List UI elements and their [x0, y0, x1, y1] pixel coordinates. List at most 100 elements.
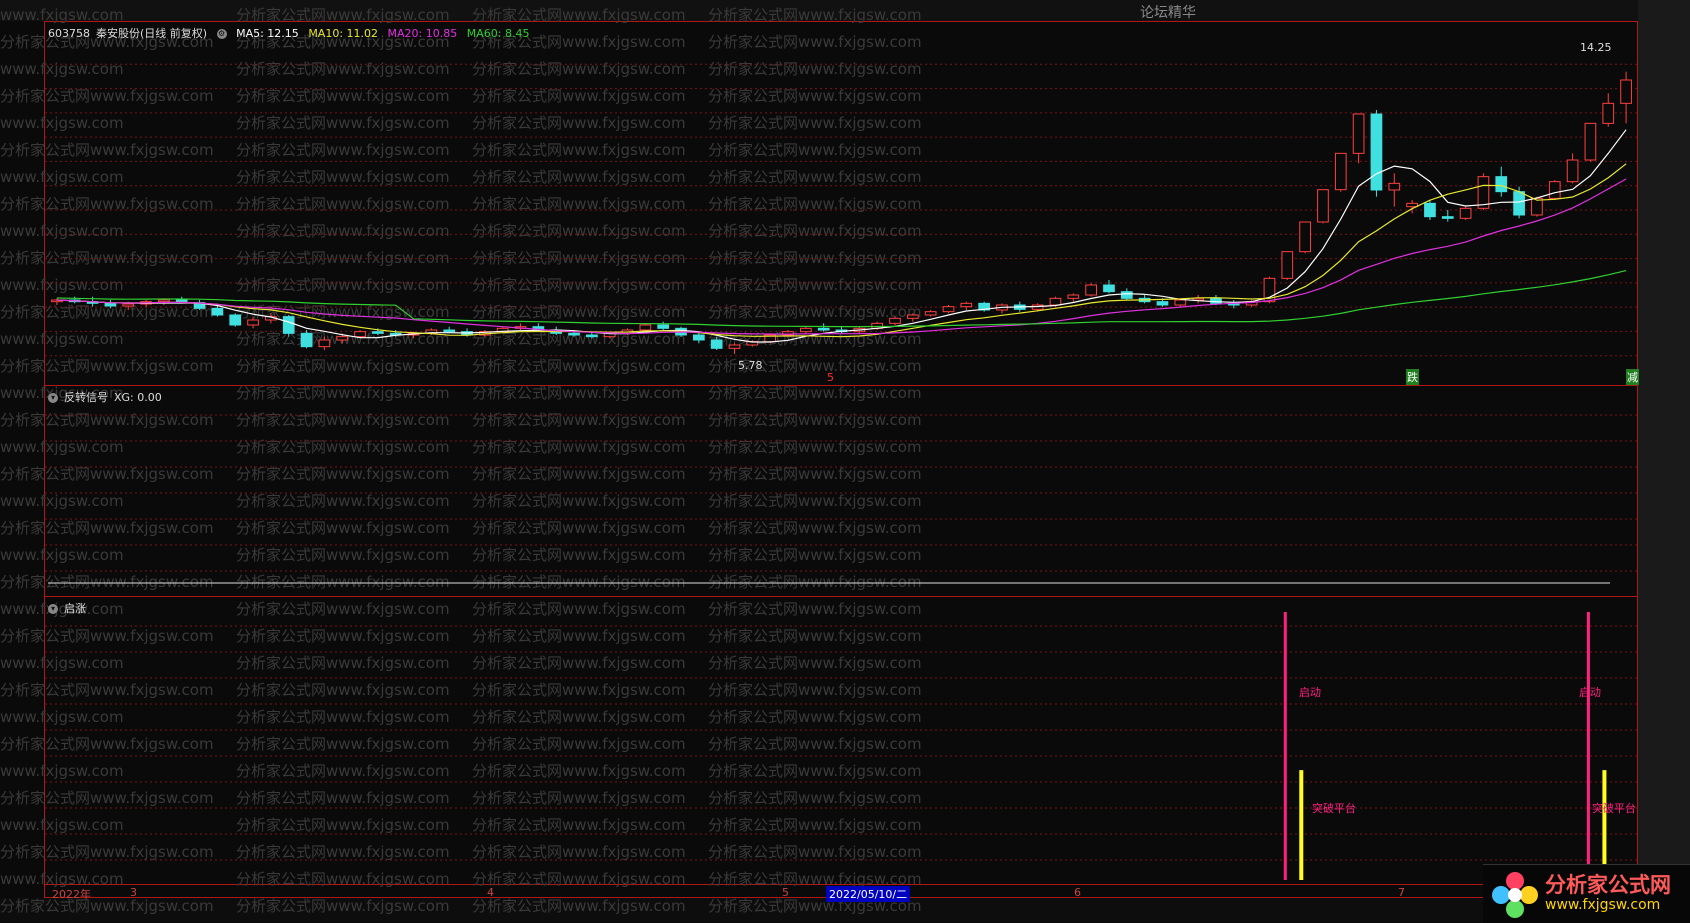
panel2-title: 反转信号	[64, 391, 108, 404]
watermark-text: www.fxjgsw.com	[0, 60, 124, 78]
watermark-text: 分析家公式网www.fxjgsw.com	[236, 897, 450, 915]
candle-body	[1156, 301, 1169, 306]
watermark-text: 分析家公式网www.fxjgsw.com	[0, 141, 214, 159]
settings-icon[interactable]: ⚙	[216, 29, 227, 39]
watermark-text: 分析家公式网www.fxjgsw.com	[236, 168, 450, 186]
candle-body	[300, 332, 313, 348]
candle-body	[692, 334, 705, 341]
candle-body	[924, 311, 937, 316]
watermark-text: 分析家公式网www.fxjgsw.com	[472, 546, 686, 564]
watermark-text: 分析家公式网www.fxjgsw.com	[472, 897, 686, 915]
watermark-text: 分析家公式网www.fxjgsw.com	[236, 384, 450, 402]
watermark-text: 分析家公式网www.fxjgsw.com	[236, 249, 450, 267]
marker-die: 跌	[1406, 369, 1419, 385]
candle-body	[1085, 284, 1097, 296]
watermark-text: 分析家公式网www.fxjgsw.com	[708, 762, 922, 780]
candle-body	[1067, 294, 1080, 299]
watermark-text: 分析家公式网www.fxjgsw.com	[472, 438, 686, 456]
candle-body	[1548, 181, 1561, 199]
watermark-text: 分析家公式网www.fxjgsw.com	[236, 681, 450, 699]
watermark-text: 分析家公式网www.fxjgsw.com	[708, 168, 922, 186]
watermark-text: www.fxjgsw.com	[0, 492, 124, 510]
panel3-header: ▾ 启涨	[48, 600, 92, 616]
watermark-text: 分析家公式网www.fxjgsw.com	[472, 222, 686, 240]
collapse-panel3-icon[interactable]: ▾	[48, 604, 58, 614]
watermark-text: 分析家公式网www.fxjgsw.com	[236, 357, 450, 375]
candle-body	[1174, 299, 1187, 306]
watermark-text: www.fxjgsw.com	[0, 168, 124, 186]
candle-body	[1352, 113, 1365, 154]
ma20-value: MA20: 10.85	[387, 27, 458, 40]
watermark-text: 分析家公式网www.fxjgsw.com	[236, 519, 450, 537]
watermark-text: www.fxjgsw.com	[0, 330, 124, 348]
ma5-value: MA5: 12.15	[236, 27, 299, 40]
watermark-text: 分析家公式网www.fxjgsw.com	[472, 114, 686, 132]
watermark-text: 分析家公式网www.fxjgsw.com	[708, 789, 922, 807]
candle-body	[1477, 176, 1490, 209]
candle-body	[318, 339, 331, 348]
watermark-text: 分析家公式网www.fxjgsw.com	[472, 870, 686, 888]
flower-logo-icon	[1492, 872, 1538, 918]
signal2-break-label: 突破平台	[1592, 802, 1636, 815]
watermark-text: 分析家公式网www.fxjgsw.com	[708, 681, 922, 699]
watermark-text: 分析家公式网www.fxjgsw.com	[236, 195, 450, 213]
ma60-value: MA60: 8.45	[466, 27, 530, 40]
watermark-text: 分析家公式网www.fxjgsw.com	[0, 843, 214, 861]
watermark-text: 分析家公式网www.fxjgsw.com	[236, 438, 450, 456]
watermark-text: 分析家公式网www.fxjgsw.com	[708, 222, 922, 240]
candle-body	[1441, 216, 1454, 219]
watermark-text: 分析家公式网www.fxjgsw.com	[708, 654, 922, 672]
watermark-text: 分析家公式网www.fxjgsw.com	[708, 735, 922, 753]
watermark-text: 分析家公式网www.fxjgsw.com	[0, 573, 214, 591]
watermark-text: www.fxjgsw.com	[0, 6, 124, 24]
watermark-text: 分析家公式网www.fxjgsw.com	[472, 762, 686, 780]
candle-body	[247, 319, 259, 326]
candle-body	[354, 331, 366, 338]
watermark-text: 分析家公式网www.fxjgsw.com	[472, 384, 686, 402]
watermark-text: 分析家公式网www.fxjgsw.com	[0, 789, 214, 807]
watermark-text: 分析家公式网www.fxjgsw.com	[472, 6, 686, 24]
watermark-text: 分析家公式网www.fxjgsw.com	[0, 735, 214, 753]
watermark-text: 分析家公式网www.fxjgsw.com	[472, 843, 686, 861]
signal2-start-label: 启动	[1579, 686, 1601, 699]
candle-body	[710, 339, 723, 349]
candle-body	[1406, 202, 1418, 208]
candle-body	[1620, 79, 1632, 104]
watermark-text: www.fxjgsw.com	[0, 114, 124, 132]
watermark-text: 分析家公式网www.fxjgsw.com	[472, 168, 686, 186]
collapse-panel2-icon[interactable]: ▾	[48, 393, 58, 403]
candle-body	[1459, 207, 1472, 219]
watermark-text: 分析家公式网www.fxjgsw.com	[236, 573, 450, 591]
low-price-label: 5.78	[738, 359, 763, 372]
cursor-date-box: 2022/05/10/二	[826, 886, 911, 902]
candle-body	[229, 314, 242, 326]
candle-body	[586, 334, 598, 338]
watermark-text: 分析家公式网www.fxjgsw.com	[236, 411, 450, 429]
stock-code: 603758	[48, 27, 90, 40]
candle-body	[372, 331, 384, 334]
time-axis-month-4: 4	[487, 886, 494, 899]
watermark-text: 分析家公式网www.fxjgsw.com	[236, 465, 450, 483]
watermark-text: 分析家公式网www.fxjgsw.com	[472, 816, 686, 834]
watermark-text: 分析家公式网www.fxjgsw.com	[236, 789, 450, 807]
watermark-text: 分析家公式网www.fxjgsw.com	[708, 141, 922, 159]
watermark-text: 分析家公式网www.fxjgsw.com	[708, 114, 922, 132]
watermark-text: 分析家公式网www.fxjgsw.com	[0, 681, 214, 699]
watermark-text: 分析家公式网www.fxjgsw.com	[236, 114, 450, 132]
watermark-text: 分析家公式网www.fxjgsw.com	[472, 249, 686, 267]
period-label: (日线 前复权)	[140, 27, 208, 40]
kline-chart-svg[interactable]: www.fxjgsw.com 分析家公式网www.fxjgsw.com 分析家公式网…	[0, 0, 1690, 922]
panel2-header: ▾ 反转信号 XG: 0.00	[48, 389, 168, 405]
watermark-text: www.fxjgsw.com	[0, 222, 124, 240]
watermark-text: 分析家公式网www.fxjgsw.com	[472, 60, 686, 78]
watermark-text: 分析家公式网www.fxjgsw.com	[472, 195, 686, 213]
watermark-text: 分析家公式网www.fxjgsw.com	[236, 222, 450, 240]
watermark-text: 分析家公式网www.fxjgsw.com	[236, 600, 450, 618]
watermark-text: 分析家公式网www.fxjgsw.com	[708, 33, 922, 51]
candle-body	[1103, 284, 1115, 293]
watermark-text: 分析家公式网www.fxjgsw.com	[236, 762, 450, 780]
watermark-text: 分析家公式网www.fxjgsw.com	[0, 357, 214, 375]
candle-body	[1584, 122, 1597, 161]
watermark-text: 分析家公式网www.fxjgsw.com	[708, 627, 922, 645]
high-price-label: 14.25	[1580, 41, 1612, 54]
